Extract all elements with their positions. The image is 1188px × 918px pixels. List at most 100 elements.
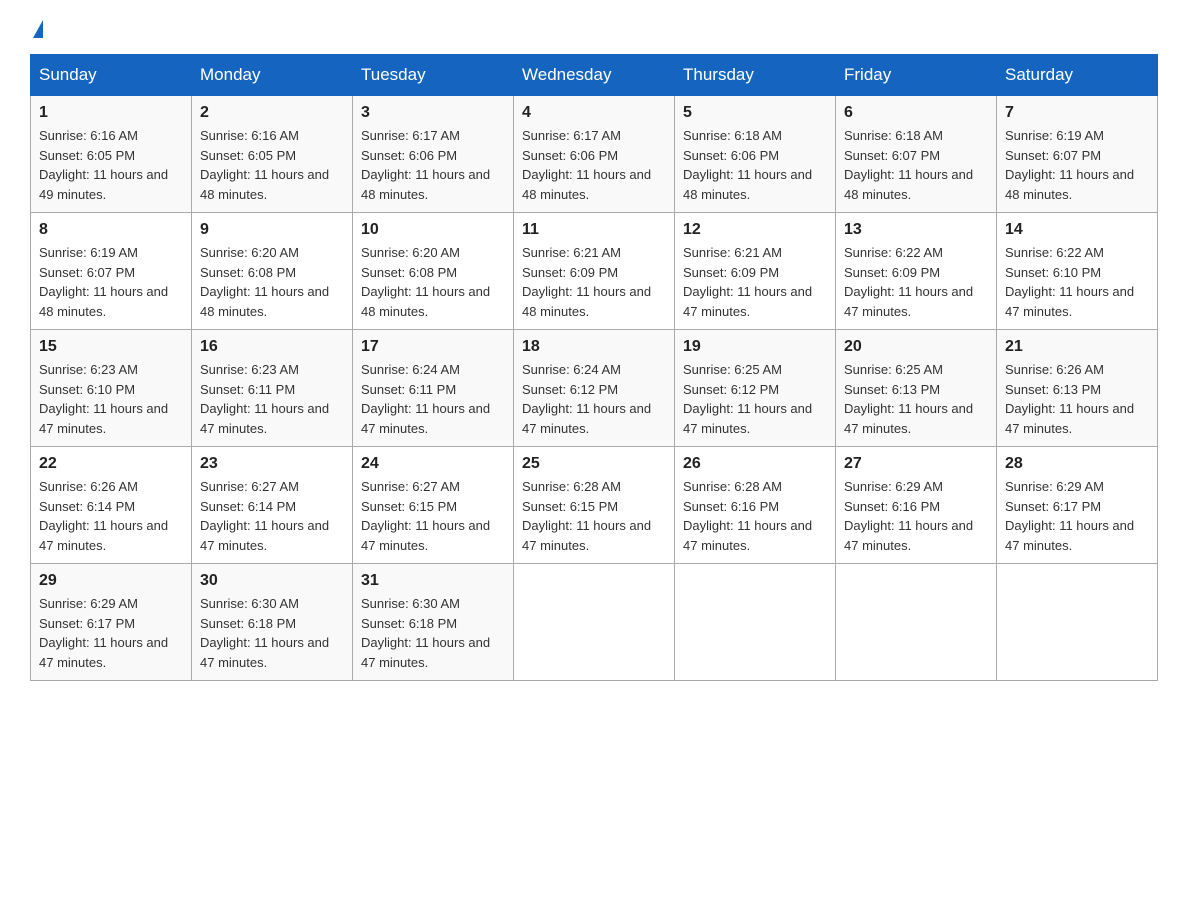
page-header: [30, 20, 1158, 38]
day-number: 31: [361, 572, 505, 590]
calendar-cell: 14 Sunrise: 6:22 AMSunset: 6:10 PMDayligh…: [997, 213, 1158, 330]
weekday-header-saturday: Saturday: [997, 55, 1158, 96]
day-info: Sunrise: 6:19 AMSunset: 6:07 PMDaylight:…: [1005, 126, 1149, 204]
day-number: 16: [200, 338, 344, 356]
day-info: Sunrise: 6:29 AMSunset: 6:17 PMDaylight:…: [1005, 477, 1149, 555]
week-row-3: 15Sunrise: 6:23 AMSunset: 6:10 PMDayligh…: [31, 330, 1158, 447]
day-number: 1: [39, 104, 183, 122]
day-number: 10: [361, 221, 505, 239]
calendar-cell: 2Sunrise: 6:16 AMSunset: 6:05 PMDaylight…: [192, 96, 353, 213]
calendar-cell: 23 Sunrise: 6:27 AMSunset: 6:14 PMDayligh…: [192, 447, 353, 564]
weekday-header-monday: Monday: [192, 55, 353, 96]
weekday-header-tuesday: Tuesday: [353, 55, 514, 96]
day-number: 14: [1005, 221, 1149, 239]
day-number: 6: [844, 104, 988, 122]
calendar-cell: 9 Sunrise: 6:20 AMSunset: 6:08 PMDaylight…: [192, 213, 353, 330]
day-info: Sunrise: 6:17 AMSunset: 6:06 PMDaylight:…: [522, 126, 666, 204]
day-info: Sunrise: 6:23 AMSunset: 6:11 PMDaylight:…: [200, 360, 344, 438]
logo: [30, 20, 43, 38]
day-number: 5: [683, 104, 827, 122]
calendar-cell: [997, 564, 1158, 681]
day-info: Sunrise: 6:30 AMSunset: 6:18 PMDaylight:…: [200, 594, 344, 672]
calendar-cell: 15Sunrise: 6:23 AMSunset: 6:10 PMDayligh…: [31, 330, 192, 447]
day-number: 29: [39, 572, 183, 590]
day-info: Sunrise: 6:17 AMSunset: 6:06 PMDaylight:…: [361, 126, 505, 204]
weekday-header-sunday: Sunday: [31, 55, 192, 96]
day-number: 23: [200, 455, 344, 473]
calendar-cell: 21 Sunrise: 6:26 AMSunset: 6:13 PMDayligh…: [997, 330, 1158, 447]
day-info: Sunrise: 6:19 AMSunset: 6:07 PMDaylight:…: [39, 243, 183, 321]
day-number: 12: [683, 221, 827, 239]
weekday-header-row: SundayMondayTuesdayWednesdayThursdayFrid…: [31, 55, 1158, 96]
weekday-header-wednesday: Wednesday: [514, 55, 675, 96]
week-row-5: 29 Sunrise: 6:29 AMSunset: 6:17 PMDayligh…: [31, 564, 1158, 681]
logo-triangle-icon: [33, 20, 43, 38]
weekday-header-friday: Friday: [836, 55, 997, 96]
day-info: Sunrise: 6:29 AMSunset: 6:17 PMDaylight:…: [39, 594, 183, 672]
day-info: Sunrise: 6:27 AMSunset: 6:15 PMDaylight:…: [361, 477, 505, 555]
day-number: 27: [844, 455, 988, 473]
calendar-cell: 5 Sunrise: 6:18 AMSunset: 6:06 PMDaylight…: [675, 96, 836, 213]
calendar-cell: [836, 564, 997, 681]
calendar-cell: 6 Sunrise: 6:18 AMSunset: 6:07 PMDaylight…: [836, 96, 997, 213]
calendar-cell: 19 Sunrise: 6:25 AMSunset: 6:12 PMDayligh…: [675, 330, 836, 447]
day-number: 17: [361, 338, 505, 356]
day-info: Sunrise: 6:26 AMSunset: 6:14 PMDaylight:…: [39, 477, 183, 555]
calendar-cell: 30 Sunrise: 6:30 AMSunset: 6:18 PMDayligh…: [192, 564, 353, 681]
day-info: Sunrise: 6:22 AMSunset: 6:10 PMDaylight:…: [1005, 243, 1149, 321]
day-number: 25: [522, 455, 666, 473]
day-info: Sunrise: 6:29 AMSunset: 6:16 PMDaylight:…: [844, 477, 988, 555]
day-info: Sunrise: 6:18 AMSunset: 6:06 PMDaylight:…: [683, 126, 827, 204]
day-info: Sunrise: 6:18 AMSunset: 6:07 PMDaylight:…: [844, 126, 988, 204]
day-number: 4: [522, 104, 666, 122]
calendar-cell: 20 Sunrise: 6:25 AMSunset: 6:13 PMDayligh…: [836, 330, 997, 447]
day-number: 8: [39, 221, 183, 239]
calendar-cell: 18 Sunrise: 6:24 AMSunset: 6:12 PMDayligh…: [514, 330, 675, 447]
day-number: 21: [1005, 338, 1149, 356]
day-info: Sunrise: 6:25 AMSunset: 6:13 PMDaylight:…: [844, 360, 988, 438]
calendar-table: SundayMondayTuesdayWednesdayThursdayFrid…: [30, 54, 1158, 681]
calendar-cell: 17 Sunrise: 6:24 AMSunset: 6:11 PMDayligh…: [353, 330, 514, 447]
day-info: Sunrise: 6:21 AMSunset: 6:09 PMDaylight:…: [522, 243, 666, 321]
day-number: 11: [522, 221, 666, 239]
day-info: Sunrise: 6:28 AMSunset: 6:15 PMDaylight:…: [522, 477, 666, 555]
day-info: Sunrise: 6:24 AMSunset: 6:11 PMDaylight:…: [361, 360, 505, 438]
calendar-cell: 24 Sunrise: 6:27 AMSunset: 6:15 PMDayligh…: [353, 447, 514, 564]
calendar-cell: [675, 564, 836, 681]
calendar-cell: 1 Sunrise: 6:16 AMSunset: 6:05 PMDaylight…: [31, 96, 192, 213]
day-number: 28: [1005, 455, 1149, 473]
calendar-cell: 3Sunrise: 6:17 AMSunset: 6:06 PMDaylight…: [353, 96, 514, 213]
calendar-cell: 11 Sunrise: 6:21 AMSunset: 6:09 PMDayligh…: [514, 213, 675, 330]
calendar-cell: 16 Sunrise: 6:23 AMSunset: 6:11 PMDayligh…: [192, 330, 353, 447]
week-row-2: 8 Sunrise: 6:19 AMSunset: 6:07 PMDaylight…: [31, 213, 1158, 330]
day-number: 30: [200, 572, 344, 590]
day-number: 18: [522, 338, 666, 356]
calendar-cell: 26Sunrise: 6:28 AMSunset: 6:16 PMDayligh…: [675, 447, 836, 564]
calendar-cell: [514, 564, 675, 681]
day-info: Sunrise: 6:26 AMSunset: 6:13 PMDaylight:…: [1005, 360, 1149, 438]
day-info: Sunrise: 6:22 AMSunset: 6:09 PMDaylight:…: [844, 243, 988, 321]
day-number: 26: [683, 455, 827, 473]
day-number: 19: [683, 338, 827, 356]
day-info: Sunrise: 6:20 AMSunset: 6:08 PMDaylight:…: [361, 243, 505, 321]
calendar-cell: 4 Sunrise: 6:17 AMSunset: 6:06 PMDaylight…: [514, 96, 675, 213]
day-number: 9: [200, 221, 344, 239]
day-info: Sunrise: 6:24 AMSunset: 6:12 PMDaylight:…: [522, 360, 666, 438]
calendar-cell: 28 Sunrise: 6:29 AMSunset: 6:17 PMDayligh…: [997, 447, 1158, 564]
calendar-cell: 22Sunrise: 6:26 AMSunset: 6:14 PMDayligh…: [31, 447, 192, 564]
day-number: 24: [361, 455, 505, 473]
calendar-cell: 31Sunrise: 6:30 AMSunset: 6:18 PMDayligh…: [353, 564, 514, 681]
calendar-cell: 8 Sunrise: 6:19 AMSunset: 6:07 PMDaylight…: [31, 213, 192, 330]
day-info: Sunrise: 6:27 AMSunset: 6:14 PMDaylight:…: [200, 477, 344, 555]
week-row-1: 1 Sunrise: 6:16 AMSunset: 6:05 PMDaylight…: [31, 96, 1158, 213]
day-info: Sunrise: 6:16 AMSunset: 6:05 PMDaylight:…: [39, 126, 183, 204]
day-number: 13: [844, 221, 988, 239]
week-row-4: 22Sunrise: 6:26 AMSunset: 6:14 PMDayligh…: [31, 447, 1158, 564]
calendar-cell: 25 Sunrise: 6:28 AMSunset: 6:15 PMDayligh…: [514, 447, 675, 564]
calendar-cell: 27 Sunrise: 6:29 AMSunset: 6:16 PMDayligh…: [836, 447, 997, 564]
weekday-header-thursday: Thursday: [675, 55, 836, 96]
day-info: Sunrise: 6:25 AMSunset: 6:12 PMDaylight:…: [683, 360, 827, 438]
day-info: Sunrise: 6:23 AMSunset: 6:10 PMDaylight:…: [39, 360, 183, 438]
day-info: Sunrise: 6:20 AMSunset: 6:08 PMDaylight:…: [200, 243, 344, 321]
day-number: 20: [844, 338, 988, 356]
